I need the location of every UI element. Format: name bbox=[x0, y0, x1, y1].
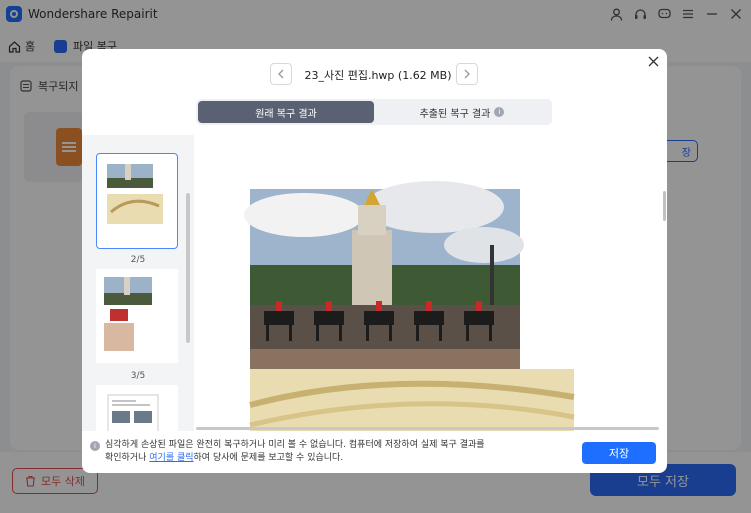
modal-close-button[interactable] bbox=[645, 53, 661, 69]
report-issue-link[interactable]: 여기를 클릭 bbox=[149, 453, 193, 463]
thumbnail-page-2[interactable] bbox=[96, 153, 178, 249]
result-tabs: 원래 복구 결과 추출된 복구 결과 i bbox=[196, 99, 552, 125]
preview-file-title: 23_사진 편집.hwp (1.62 MB) bbox=[304, 69, 452, 82]
save-button[interactable]: 저장 bbox=[582, 442, 656, 464]
preview-horizontal-scrollbar[interactable] bbox=[196, 427, 659, 430]
thumbnail-image bbox=[107, 164, 163, 224]
preview-vertical-scrollbar[interactable] bbox=[663, 191, 666, 221]
document-preview bbox=[194, 135, 667, 431]
notice-text: 심각하게 손상된 파일은 완전히 복구하거나 미리 볼 수 없습니다. 컴퓨터에… bbox=[105, 439, 485, 465]
tab-original-label: 원래 복구 결과 bbox=[255, 108, 317, 120]
repair-notice: i 심각하게 손상된 파일은 완전히 복구하거나 미리 볼 수 없습니다. 컴퓨… bbox=[90, 439, 530, 465]
notice-line-2-suffix: 하여 당사에 문제를 보고할 수 있습니다. bbox=[193, 453, 344, 463]
thumbnail-panel: 2/5 3/5 bbox=[82, 135, 194, 431]
chevron-left-icon bbox=[278, 69, 284, 79]
thumbnail-image bbox=[104, 277, 152, 351]
notice-line-2: 확인하거나 여기를 클릭하여 당사에 문제를 보고할 수 있습니다. bbox=[105, 452, 485, 465]
thumbnail-page-3[interactable] bbox=[96, 269, 178, 363]
notice-line-1: 심각하게 손상된 파일은 완전히 복구하거나 미리 볼 수 없습니다. 컴퓨터에… bbox=[105, 440, 485, 450]
preview-image bbox=[244, 181, 575, 431]
thumbnail-page-label: 2/5 bbox=[130, 255, 146, 265]
info-icon: i bbox=[90, 441, 100, 451]
chevron-right-icon bbox=[464, 69, 470, 79]
next-file-button[interactable] bbox=[456, 63, 478, 85]
thumbnail-image bbox=[107, 394, 159, 431]
notice-line-2-prefix: 확인하거나 bbox=[105, 453, 150, 463]
close-icon bbox=[648, 56, 658, 66]
tab-extracted-label: 추출된 복구 결과 bbox=[419, 108, 491, 120]
thumbnail-page-label: 3/5 bbox=[130, 371, 146, 381]
tab-original-result[interactable]: 원래 복구 결과 bbox=[198, 101, 374, 123]
tab-extracted-result[interactable]: 추출된 복구 결과 i bbox=[374, 101, 550, 123]
info-icon[interactable]: i bbox=[494, 107, 505, 117]
thumbnail-page-4[interactable] bbox=[96, 385, 178, 431]
thumbnail-scrollbar[interactable] bbox=[186, 193, 190, 343]
preview-modal: 23_사진 편집.hwp (1.62 MB) 원래 복구 결과 추출된 복구 결… bbox=[82, 49, 667, 473]
